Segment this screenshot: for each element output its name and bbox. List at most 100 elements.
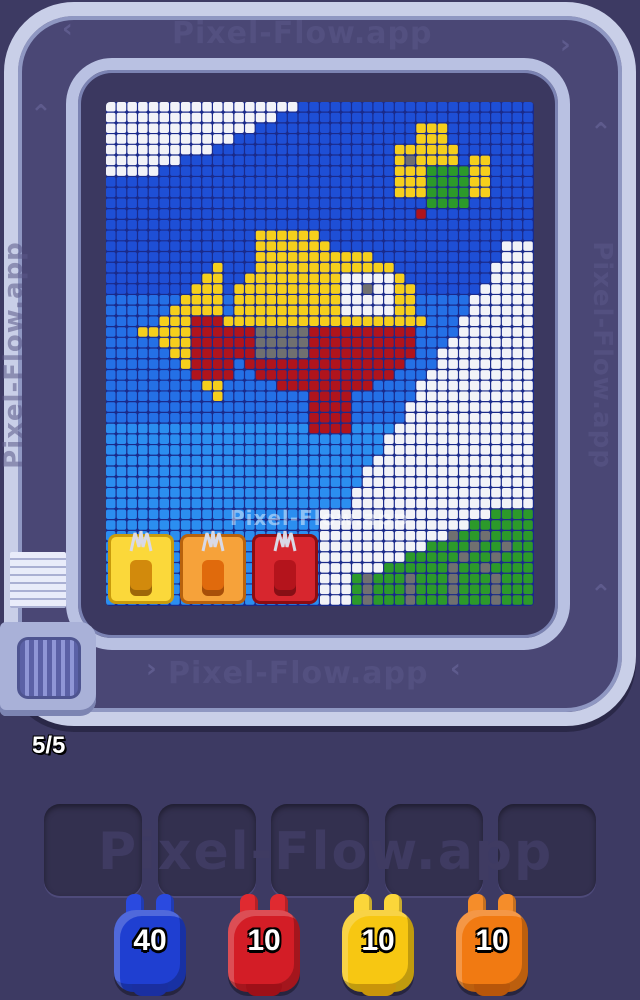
pixel-cell [373,584,383,595]
pixel-cell [362,584,373,595]
pixel-cell [512,552,523,562]
pixel-cell [330,241,341,251]
piece-yellow[interactable]: 10 [338,892,418,996]
pixel-cell [469,252,480,262]
pixel-cell [266,144,276,155]
pixel-cell [106,241,116,251]
pixel-cell [320,466,330,477]
pixel-cell [352,337,362,348]
pixel-cell [159,123,169,133]
pixel-cell [202,252,212,262]
pixel-cell [287,230,298,241]
pixel-cell [298,252,309,262]
pixel-cell [384,262,394,273]
piece-blue[interactable]: 40 [110,892,190,996]
shooter-orange[interactable] [180,530,246,604]
pixel-grid[interactable] [106,102,534,606]
pixel-cell [213,166,223,176]
pixel-cell [298,241,309,251]
pixel-cell [501,209,512,219]
pixel-cell [202,273,212,284]
shooter-yellow[interactable] [108,530,174,604]
pixel-cell [298,198,309,209]
pixel-cell [341,455,351,466]
pixel-cell [416,370,426,380]
pixel-cell [148,380,159,391]
pixel-cell [170,262,180,273]
pixel-cell [116,198,127,209]
pixel-cell [352,402,362,412]
pixel-cell [223,327,234,337]
pixel-cell [491,477,501,487]
pixel-cell [213,509,223,520]
pixel-cell [116,273,127,284]
pixel-cell [448,434,458,444]
pixel-cell [255,198,266,209]
pixel-cell [405,177,416,187]
pixel-cell [202,112,212,123]
pixel-cell [159,209,169,219]
pixel-cell [320,144,330,155]
pixel-cell [298,445,309,455]
pixel-cell [512,187,523,198]
pixel-cell [138,284,148,294]
pixel-cell [255,359,266,369]
pixel-cell [266,295,276,305]
pixel-cell [394,155,405,166]
pixel-cell [213,316,223,326]
pixel-cell [255,123,266,133]
pixel-cell [287,466,298,477]
shooter-red[interactable] [252,530,318,604]
pixel-cell [501,466,512,477]
pixel-cell [362,552,373,562]
pixel-cell [427,262,437,273]
piece-orange[interactable]: 10 [452,892,532,996]
pixel-cell [266,284,276,294]
pixel-cell [266,380,276,391]
pixel-cell [202,337,212,348]
pixel-cell [213,241,223,251]
pixel-cell [148,144,159,155]
pixel-cell [330,337,341,348]
pixel-cell [180,209,191,219]
pixel-cell [512,295,523,305]
pixel-cell [213,123,223,133]
pixel-cell [234,305,244,316]
pixel-cell [234,198,244,209]
pixel-cell [373,134,383,144]
pixel-art-canvas[interactable] [106,102,534,606]
pixel-cell [287,273,298,284]
pixel-cell [245,155,255,166]
pixel-cell [384,252,394,262]
pixel-cell [287,241,298,251]
piece-red[interactable]: 10 [224,892,304,996]
pixel-cell [255,423,266,434]
pixel-cell [127,412,137,423]
pixel-cell [170,455,180,466]
pixel-cell [320,198,330,209]
pixel-cell [202,230,212,241]
pixel-cell [405,477,416,487]
pixel-cell [159,348,169,359]
pixel-cell [384,466,394,477]
pixel-cell [523,477,533,487]
pixel-cell [138,423,148,434]
pixel-cell [523,391,533,402]
pixel-cell [352,466,362,477]
pixel-cell [373,477,383,487]
pixel-cell [298,412,309,423]
pixel-cell [459,423,469,434]
pixel-cell [170,327,180,337]
pixel-cell [341,445,351,455]
pixel-cell [469,209,480,219]
pixel-cell [341,144,351,155]
spool-icon[interactable] [20,640,78,696]
pixel-cell [512,584,523,595]
pixel-cell [106,262,116,273]
pixel-cell [469,230,480,241]
pixel-cell [191,102,202,112]
pixel-cell [127,187,137,198]
pixel-cell [127,402,137,412]
pixel-cell [341,348,351,359]
pixel-cell [437,241,448,251]
